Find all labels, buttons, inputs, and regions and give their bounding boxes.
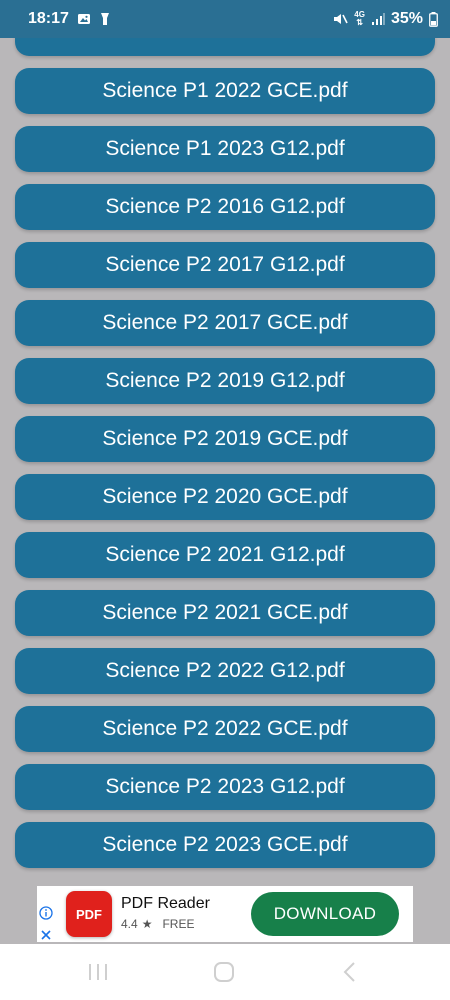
home-icon[interactable] [212, 960, 236, 984]
pdf-file-button[interactable]: Science P2 2019 GCE.pdf [15, 416, 435, 462]
pdf-file-button[interactable]: Science P2 2017 GCE.pdf [15, 300, 435, 346]
pdf-file-button[interactable]: Science P1 2022 GCE.pdf [15, 68, 435, 114]
ad-banner[interactable]: PDF PDF Reader 4.4 ★ FREE DOWNLOAD [37, 886, 413, 942]
pdf-file-button[interactable]: Science P2 2020 GCE.pdf [15, 474, 435, 520]
mute-icon [332, 12, 349, 26]
ad-info-icon[interactable] [39, 906, 53, 925]
navigation-bar [0, 944, 450, 1000]
pdf-file-button[interactable]: Science P2 2023 GCE.pdf [15, 822, 435, 868]
pdf-file-button[interactable]: Science P2 2022 GCE.pdf [15, 706, 435, 752]
pdf-reader-logo: PDF [66, 891, 112, 937]
pdf-file-list[interactable]: Science P1 2022 GCE.pdf Science P1 2023 G… [0, 38, 450, 884]
ad-app-name: PDF Reader [121, 895, 210, 912]
battery-percent: 35% [390, 10, 423, 27]
recent-apps-icon[interactable] [86, 960, 110, 984]
logo-text: PDF [76, 906, 102, 922]
flashlight-icon [99, 12, 111, 26]
battery-icon [429, 11, 438, 27]
network-type: 4G ⇅ [354, 10, 365, 27]
pdf-file-button[interactable]: Science P1 2023 G12.pdf [15, 126, 435, 172]
pdf-file-button[interactable] [15, 38, 435, 56]
status-time: 18:17 [28, 10, 69, 27]
pdf-file-button[interactable]: Science P2 2022 G12.pdf [15, 648, 435, 694]
pdf-file-button[interactable]: Science P2 2019 G12.pdf [15, 358, 435, 404]
pdf-file-button[interactable]: Science P2 2021 G12.pdf [15, 532, 435, 578]
pdf-file-button[interactable]: Science P2 2017 G12.pdf [15, 242, 435, 288]
ad-rating: 4.4 [121, 917, 138, 931]
pdf-file-button[interactable]: Science P2 2023 G12.pdf [15, 764, 435, 810]
status-bar: 18:17 4G ⇅ 35% [0, 0, 450, 38]
download-button[interactable]: DOWNLOAD [251, 892, 399, 936]
back-icon[interactable] [338, 960, 362, 984]
pdf-file-button[interactable]: Science P2 2021 GCE.pdf [15, 590, 435, 636]
star-icon: ★ [141, 917, 153, 931]
gallery-icon [77, 12, 91, 26]
ad-rating-row: 4.4 ★ FREE [121, 917, 194, 931]
pdf-file-button[interactable]: Science P2 2016 G12.pdf [15, 184, 435, 230]
ad-price: FREE [162, 917, 195, 931]
ad-controls [39, 906, 53, 947]
signal-icon [371, 12, 385, 26]
